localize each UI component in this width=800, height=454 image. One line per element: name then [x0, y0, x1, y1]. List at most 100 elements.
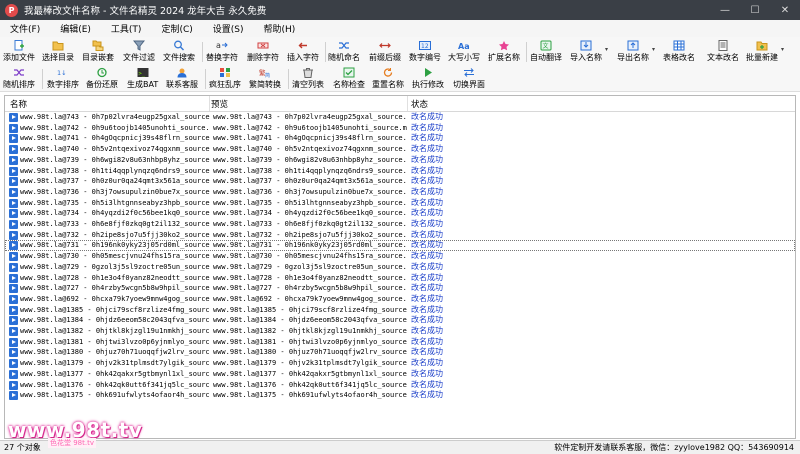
auto-translate-button[interactable]: 文 自动翻译: [530, 38, 562, 64]
cell-name: www.98t.la@743 - 0h7p02lvra4eugp25gxal_s…: [20, 112, 210, 123]
trad-simp-convert-button[interactable]: 繁简 繁简转换: [249, 65, 281, 91]
cell-preview: www.98t.la@742 - 0h9u6toojb1405unohti_so…: [213, 123, 407, 134]
table-row[interactable]: www.98t.la@1377 - 0hk42qakxr5gtbmynl1xl_…: [5, 369, 795, 380]
prefix-suffix-button[interactable]: 前缀后缀: [369, 38, 401, 64]
export-icon: [627, 40, 639, 51]
insert-chars-button[interactable]: 插入字符: [287, 38, 319, 64]
cell-preview: www.98t.la@1381 - 0hjtwi3lvzo0p6yjnmlyo_…: [213, 337, 407, 348]
clear-list-button[interactable]: 清空列表: [292, 65, 324, 91]
table-row[interactable]: www.98t.la@735 - 0h5i3lhtgnnseabyz3hpb_s…: [5, 198, 795, 209]
extension-button[interactable]: 扩展名称: [488, 38, 520, 64]
crazy-shuffle-button[interactable]: 疯狂乱序: [209, 65, 241, 91]
random-icon: [338, 40, 350, 51]
contact-support-button[interactable]: 联系客服: [166, 65, 198, 91]
table-row[interactable]: www.98t.la@739 - 0h6wgi82v8u63nhbp8yhz_s…: [5, 155, 795, 166]
table-row[interactable]: www.98t.la@740 - 0h5v2ntqexivoz74qgxnm_s…: [5, 144, 795, 155]
table-rename-button[interactable]: 表格改名: [663, 38, 695, 64]
cell-preview: www.98t.la@1375 - 0hk691ufwlyts4ofaor4h_…: [213, 390, 407, 401]
table-row[interactable]: www.98t.la@733 - 0h6e8fjf0zkq0gt2il132_s…: [5, 219, 795, 230]
folder-nesting-button[interactable]: 目录嵌套: [82, 38, 114, 64]
table-row[interactable]: www.98t.la@738 - 0h1ti4qqplynqzq6ndrs9_s…: [5, 166, 795, 177]
object-count: 27 个对象: [4, 442, 41, 453]
table-row[interactable]: www.98t.la@1375 - 0hk691ufwlyts4ofaor4h_…: [5, 390, 795, 401]
file-search-button[interactable]: 文件搜索: [163, 38, 195, 64]
table-row[interactable]: www.98t.la@727 - 0h4rzby5wcgn5b8w9hpil_s…: [5, 283, 795, 294]
table-row[interactable]: www.98t.la@692 - 0hcxa79k7yoew9mnw4gog_s…: [5, 294, 795, 305]
cell-preview: www.98t.la@1382 - 0hjtkl8kjzgl19u1nmkhj_…: [213, 326, 407, 337]
close-button[interactable]: ✕: [770, 0, 800, 20]
table-row[interactable]: www.98t.la@734 - 0h4yqzdi2f0c56bee1kq0_s…: [5, 208, 795, 219]
toolbar: 添加文件 选择目录 目录嵌套 文件过滤 文件搜索 a 替换字符 删除字符 插入字…: [0, 37, 800, 92]
menu-custom[interactable]: 定制(C): [151, 22, 202, 35]
video-file-icon: [9, 177, 18, 186]
sort-number-icon: 1↓: [57, 67, 69, 78]
file-list[interactable]: 名称 预览 状态 www.98t.la@743 - 0h7p02lvra4eug…: [4, 95, 796, 439]
video-file-icon: [9, 284, 18, 293]
table-row[interactable]: www.98t.la@1379 - 0hjv2k31tplmsdt7ylgik_…: [5, 358, 795, 369]
case-button[interactable]: Aa 大写小写: [448, 38, 480, 64]
backup-restore-button[interactable]: 备份还原: [86, 65, 118, 91]
batch-create-button[interactable]: 批量新建 ▾: [746, 38, 778, 64]
menu-edit[interactable]: 编辑(E): [50, 22, 101, 35]
text-rename-button[interactable]: 文本改名: [707, 38, 739, 64]
table-row[interactable]: www.98t.la@1384 - 0hjdz6eeom58c2043qfva_…: [5, 315, 795, 326]
maximize-button[interactable]: ☐: [740, 0, 770, 20]
video-file-icon: [9, 252, 18, 261]
table-row[interactable]: www.98t.la@729 - 0gzol3j5sl9zoctre05un_s…: [5, 262, 795, 273]
export-names-button[interactable]: 导出名称 ▾: [617, 38, 649, 64]
cell-name: www.98t.la@736 - 0h3j7owsupulzin0bue7x_s…: [20, 187, 210, 198]
file-filter-button[interactable]: 文件过滤: [123, 38, 155, 64]
cell-preview: www.98t.la@731 - 0h196nk0yky23j05rd0ml_s…: [213, 240, 407, 251]
replace-chars-button[interactable]: a 替换字符: [206, 38, 238, 64]
menu-settings[interactable]: 设置(S): [203, 22, 254, 35]
cell-name: www.98t.la@728 - 0h1e3o4f0yanz82neodtt_s…: [20, 273, 210, 284]
delete-chars-button[interactable]: 删除字符: [247, 38, 279, 64]
table-row[interactable]: www.98t.la@1381 - 0hjtwi3lvzo0p6yjnmlyo_…: [5, 337, 795, 348]
column-header-status[interactable]: 状态: [411, 98, 428, 110]
table-row[interactable]: www.98t.la@732 - 0h2ipe8sjo7u5fjj30ko2_s…: [5, 230, 795, 241]
cell-status: 改名成功: [411, 230, 443, 241]
table-row[interactable]: www.98t.la@743 - 0h7p02lvra4eugp25gxal_s…: [5, 112, 795, 123]
cell-preview: www.98t.la@692 - 0hcxa79k7yoew9mnw4gog_s…: [213, 294, 407, 305]
delete-char-icon: [257, 40, 269, 51]
table-row[interactable]: www.98t.la@731 - 0h196nk0yky23j05rd0ml_s…: [5, 240, 795, 251]
table-row[interactable]: www.98t.la@730 - 0h05mescjvnu24fhs15ra_s…: [5, 251, 795, 262]
reset-name-button[interactable]: 重置名称: [372, 65, 404, 91]
menu-file[interactable]: 文件(F): [0, 22, 50, 35]
video-file-icon: [9, 359, 18, 368]
cell-name: www.98t.la@738 - 0h1ti4qqplynqzq6ndrs9_s…: [20, 166, 210, 177]
random-name-button[interactable]: 随机命名: [328, 38, 360, 64]
table-row[interactable]: www.98t.la@737 - 0h0z0ur0qa24qmt3x561a_s…: [5, 176, 795, 187]
check-icon: [343, 67, 355, 78]
select-folder-button[interactable]: 选择目录: [42, 38, 74, 64]
column-divider[interactable]: [209, 96, 210, 111]
menu-tools[interactable]: 工具(T): [101, 22, 152, 35]
execute-button[interactable]: 执行修改: [412, 65, 444, 91]
toolbar-divider: [42, 69, 43, 89]
number-sort-button[interactable]: 1↓ 数字排序: [47, 65, 79, 91]
name-check-button[interactable]: 名称检查: [333, 65, 365, 91]
table-row[interactable]: www.98t.la@728 - 0h1e3o4f0yanz82neodtt_s…: [5, 273, 795, 284]
table-row[interactable]: www.98t.la@1382 - 0hjtkl8kjzgl19u1nmkhj_…: [5, 326, 795, 337]
column-header-name[interactable]: 名称: [10, 98, 27, 110]
random-sort-button[interactable]: 随机排序: [3, 65, 35, 91]
column-header-preview[interactable]: 预览: [211, 98, 228, 110]
column-divider[interactable]: [407, 96, 408, 111]
table-row[interactable]: www.98t.la@1380 - 0hjuz70h71uoqqfjw2lrv_…: [5, 347, 795, 358]
video-file-icon: [9, 124, 18, 133]
add-file-button[interactable]: 添加文件: [3, 38, 35, 64]
minimize-button[interactable]: —: [710, 0, 740, 20]
table-row[interactable]: www.98t.la@742 - 0h9u6toojb1405unohti_so…: [5, 123, 795, 134]
table-row[interactable]: www.98t.la@736 - 0h3j7owsupulzin0bue7x_s…: [5, 187, 795, 198]
generate-bat-button[interactable]: >_ 生成BAT: [127, 65, 158, 91]
video-file-icon: [9, 295, 18, 304]
table-row[interactable]: www.98t.la@1376 - 0hk42qk0utt6f341jq5lc_…: [5, 380, 795, 391]
import-names-button[interactable]: 导入名称 ▾: [570, 38, 602, 64]
cell-preview: www.98t.la@727 - 0h4rzby5wcgn5b8w9hpil_s…: [213, 283, 407, 294]
table-row[interactable]: www.98t.la@741 - 0h4gOqcpnicj39s48flrn_s…: [5, 133, 795, 144]
cell-preview: www.98t.la@738 - 0h1ti4qqplynqzq6ndrs9_s…: [213, 166, 407, 177]
switch-view-button[interactable]: 切换界面: [453, 65, 485, 91]
number-button[interactable]: 12 数字编号: [409, 38, 441, 64]
table-row[interactable]: www.98t.la@1385 - 0hjci79scf8rzlize4fmg_…: [5, 305, 795, 316]
menu-help[interactable]: 帮助(H): [254, 22, 306, 35]
